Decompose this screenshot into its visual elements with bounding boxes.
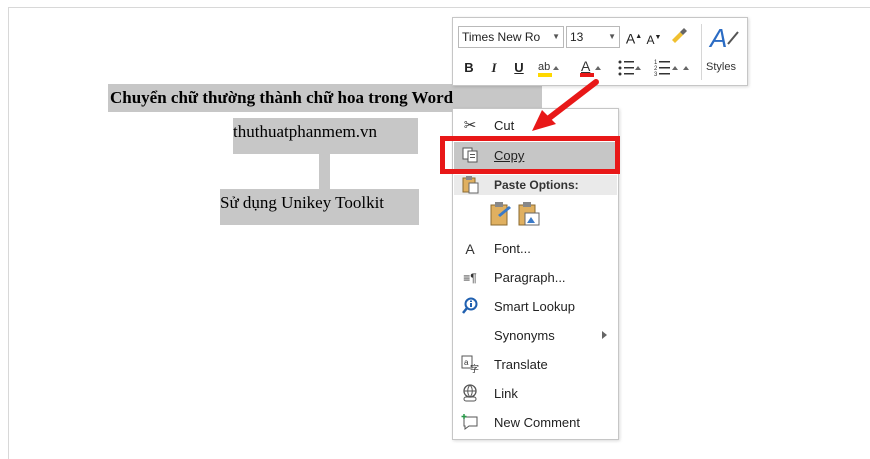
scissors-icon: ✂: [463, 117, 477, 134]
svg-text:字: 字: [470, 363, 479, 373]
bold-button[interactable]: B: [462, 59, 476, 77]
copy-highlight-box: [440, 136, 620, 174]
menu-item-label: Smart Lookup: [494, 299, 575, 314]
font-size-combobox[interactable]: 13 ▼: [566, 26, 620, 48]
chevron-down-icon[interactable]: ▼: [608, 27, 616, 47]
svg-text:A: A: [708, 23, 727, 52]
line-2-text: Sử dụng Unikey Toolkit: [220, 193, 385, 212]
menu-item-label: New Comment: [494, 415, 580, 430]
menu-item-link[interactable]: Link: [454, 380, 617, 408]
menu-item-label: Synonyms: [494, 328, 555, 343]
bullets-icon[interactable]: [616, 57, 644, 84]
comment-icon: [460, 413, 480, 433]
font-icon: A: [465, 241, 475, 257]
clipboard-icon: [460, 174, 480, 199]
svg-text:a: a: [464, 358, 469, 367]
paste-keep-formatting-icon[interactable]: [489, 201, 513, 227]
translate-icon: a字: [460, 355, 480, 375]
italic-button[interactable]: I: [487, 59, 501, 77]
menu-item-label: Link: [494, 386, 518, 401]
format-painter-icon[interactable]: [667, 26, 691, 51]
menu-item-synonyms[interactable]: Synonyms: [454, 322, 617, 350]
svg-text:3: 3: [654, 72, 658, 78]
grow-font-icon[interactable]: A▲: [625, 28, 643, 48]
menu-item-label: Translate: [494, 357, 548, 372]
font-name-value: Times New Ro: [462, 30, 541, 44]
toolbar-separator: [701, 24, 702, 80]
shrink-font-icon[interactable]: A▼: [645, 29, 663, 49]
svg-text:ab: ab: [538, 61, 550, 73]
menu-item-label: Paragraph...: [494, 270, 566, 285]
menu-item-smart-lookup[interactable]: Smart Lookup: [454, 293, 617, 321]
chevron-down-icon[interactable]: ▼: [552, 27, 560, 47]
menu-item-translate[interactable]: a字 Translate: [454, 351, 617, 379]
styles-label: Styles: [706, 61, 736, 73]
svg-text:A: A: [581, 58, 591, 74]
line-1-text: thuthuatphanmem.vn: [233, 122, 378, 141]
styles-icon[interactable]: A: [708, 22, 742, 56]
link-icon: [460, 384, 480, 404]
menu-item-label: Font...: [494, 241, 531, 256]
smart-lookup-icon: [460, 297, 480, 317]
paste-picture-icon[interactable]: [517, 201, 541, 227]
font-name-combobox[interactable]: Times New Ro ▼: [458, 26, 564, 48]
page-border-left: [8, 7, 9, 459]
selection-connector: [319, 154, 330, 189]
menu-item-font[interactable]: A Font...: [454, 235, 617, 263]
menu-item-paragraph[interactable]: ≡¶ Paragraph...: [454, 264, 617, 292]
selected-text-line-2[interactable]: Sử dụng Unikey Toolkit: [220, 189, 419, 225]
paste-options-header: Paste Options:: [454, 175, 617, 195]
red-arrow-annotation: [532, 79, 599, 131]
page-border-top: [8, 7, 870, 8]
font-size-value: 13: [570, 30, 584, 44]
menu-item-label: Paste Options:: [494, 178, 579, 192]
paragraph-icon: ≡¶: [463, 271, 477, 285]
selected-text-line-1[interactable]: thuthuatphanmem.vn: [233, 118, 418, 154]
numbering-icon[interactable]: 123: [653, 57, 693, 84]
chevron-right-icon: [602, 331, 607, 339]
underline-button[interactable]: U: [512, 59, 526, 77]
menu-item-new-comment[interactable]: New Comment: [454, 409, 617, 437]
